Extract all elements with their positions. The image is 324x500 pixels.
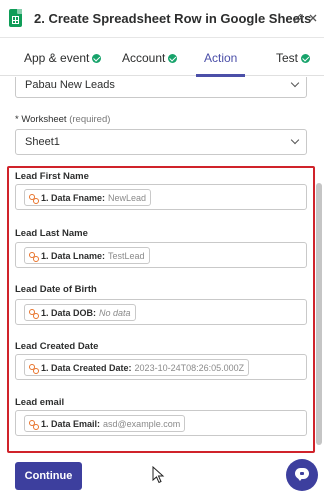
step-title: 2. Create Spreadsheet Row in Google Shee… <box>34 11 312 26</box>
tab-action[interactable]: Action <box>204 51 237 65</box>
chat-help-icon[interactable] <box>286 459 318 491</box>
scrollbar[interactable] <box>316 183 322 445</box>
check-circle-icon <box>92 53 102 63</box>
tab-test[interactable]: Test <box>276 51 311 65</box>
check-circle-icon <box>301 53 311 63</box>
footer: Continue <box>0 455 324 500</box>
step-header: 2. Create Spreadsheet Row in Google Shee… <box>0 0 324 38</box>
chevron-down-icon <box>290 78 300 88</box>
google-sheets-icon <box>9 9 22 27</box>
step-tabs: App & event Account Action Test <box>0 40 324 76</box>
tab-account[interactable]: Account <box>122 51 178 65</box>
continue-button[interactable]: Continue <box>15 462 82 490</box>
worksheet-label: * Worksheet (required) <box>15 114 111 125</box>
worksheet-select[interactable]: Sheet1 <box>15 129 307 155</box>
tab-app-event[interactable]: App & event <box>24 51 102 65</box>
spreadsheet-select[interactable]: Pabau New Leads <box>15 77 307 98</box>
highlight-box <box>7 166 315 453</box>
chevron-down-icon <box>290 135 300 145</box>
check-circle-icon <box>168 53 178 63</box>
close-icon[interactable] <box>304 9 322 27</box>
mouse-cursor-icon <box>152 466 165 484</box>
